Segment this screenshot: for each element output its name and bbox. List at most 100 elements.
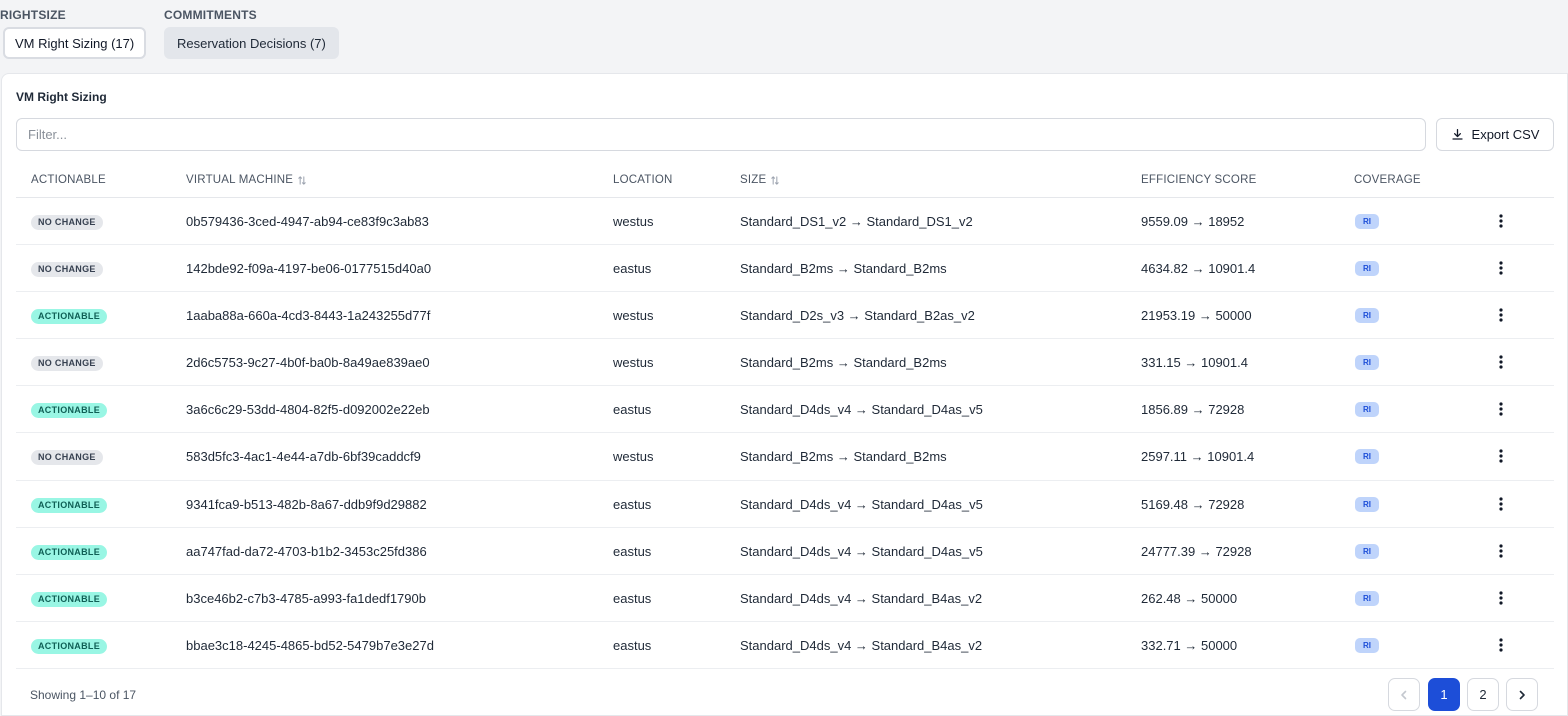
- coverage-badge: RI: [1355, 449, 1379, 465]
- column-label: EFFICIENCY SCORE: [1141, 174, 1257, 186]
- coverage-badge: RI: [1355, 543, 1379, 559]
- export-csv-label: Export CSV: [1471, 127, 1540, 142]
- more-actions-icon[interactable]: [1496, 448, 1506, 464]
- vm-id: aa747fad-da72-4703-b1b2-3453c25fd386: [186, 543, 427, 559]
- vm-id: 583d5fc3-4ac1-4e44-a7db-6bf39caddcf9: [186, 449, 421, 465]
- status-badge: ACTIONABLE: [31, 497, 107, 513]
- tab-reservation-decisions[interactable]: Reservation Decisions (7): [164, 27, 339, 59]
- vm-id: 2d6c5753-9c27-4b0f-ba0b-8a49ae839ae0: [186, 355, 430, 371]
- rightsize-group: RIGHTSIZE: [0, 8, 66, 22]
- column-header-location: LOCATION: [613, 166, 673, 198]
- more-actions-icon[interactable]: [1496, 260, 1506, 276]
- column-header-coverage: COVERAGE: [1354, 166, 1421, 198]
- table-row: ACTIONABLE aa747fad-da72-4703-b1b2-3453c2…: [16, 528, 1554, 575]
- filter-input[interactable]: [16, 118, 1426, 151]
- vm-right-sizing-card: VM Right Sizing Export CSV ACTIONABLE VI…: [1, 73, 1568, 716]
- more-actions-icon[interactable]: [1496, 590, 1506, 606]
- table-row: NO CHANGE 583d5fc3-4ac1-4e44-a7db-6bf39ca…: [16, 433, 1554, 481]
- column-header-size[interactable]: SIZE: [740, 166, 780, 198]
- size-change: Standard_D4ds_v4 → Standard_B4as_v2: [740, 590, 983, 606]
- size-change: Standard_D2s_v3 → Standard_B2as_v2: [740, 308, 975, 324]
- location: eastus: [613, 637, 652, 653]
- size-change: Standard_B2ms → Standard_B2ms: [740, 261, 947, 277]
- next-page-button[interactable]: [1506, 678, 1538, 711]
- table-row: ACTIONABLE bbae3c18-4245-4865-bd52-5479b7…: [16, 622, 1554, 669]
- status-badge: NO CHANGE: [31, 356, 103, 372]
- column-label: COVERAGE: [1354, 174, 1421, 186]
- vm-id: 3a6c6c29-53dd-4804-82f5-d092002e22eb: [186, 402, 430, 418]
- efficiency-score: 5169.48 → 72928: [1141, 496, 1245, 512]
- coverage-badge: RI: [1355, 214, 1379, 229]
- efficiency-score: 24777.39 → 72928: [1141, 543, 1252, 559]
- location: eastus: [613, 261, 652, 277]
- location: westus: [613, 214, 654, 229]
- vm-id: bbae3c18-4245-4865-bd52-5479b7e3e27d: [186, 637, 434, 653]
- efficiency-score: 2597.11 → 10901.4: [1141, 449, 1255, 465]
- size-change: Standard_DS1_v2 → Standard_DS1_v2: [740, 214, 973, 229]
- column-label: LOCATION: [613, 174, 673, 186]
- location: eastus: [613, 543, 652, 559]
- group-label-commitments: COMMITMENTS: [164, 8, 257, 22]
- tab-vm-right-sizing[interactable]: VM Right Sizing (17): [3, 27, 147, 59]
- table-body: NO CHANGE 0b579436-3ced-4947-ab94-ce83f9c…: [16, 198, 1554, 669]
- column-label: VIRTUAL MACHINE: [186, 174, 294, 186]
- status-badge: ACTIONABLE: [31, 403, 107, 419]
- efficiency-score: 9559.09 → 18952: [1141, 214, 1245, 229]
- chevron-right-icon: [1519, 690, 1525, 699]
- vm-id: 1aaba88a-660a-4cd3-8443-1a243255d77f: [186, 308, 431, 324]
- coverage-badge: RI: [1355, 261, 1379, 277]
- coverage-badge: RI: [1355, 402, 1379, 418]
- column-header-efficiency-score: EFFICIENCY SCORE: [1141, 166, 1256, 198]
- status-badge: ACTIONABLE: [31, 591, 107, 607]
- sort-icon: [298, 175, 306, 185]
- status-badge: NO CHANGE: [31, 215, 103, 230]
- page-2-button[interactable]: 2: [1467, 678, 1499, 711]
- export-csv-button[interactable]: Export CSV: [1436, 118, 1554, 151]
- more-actions-icon[interactable]: [1496, 543, 1506, 559]
- size-change: Standard_D4ds_v4 → Standard_B4as_v2: [740, 637, 983, 653]
- status-badge: ACTIONABLE: [31, 544, 107, 560]
- vm-id: 0b579436-3ced-4947-ab94-ce83f9c3ab83: [186, 214, 429, 229]
- page-1-button[interactable]: 1: [1428, 678, 1460, 711]
- efficiency-score: 331.15 → 10901.4: [1141, 355, 1248, 371]
- vm-id: b3ce46b2-c7b3-4785-a993-fa1dedf1790b: [186, 590, 426, 606]
- table-row: NO CHANGE 0b579436-3ced-4947-ab94-ce83f9c…: [16, 198, 1554, 246]
- column-label: ACTIONABLE: [31, 174, 106, 186]
- more-actions-icon[interactable]: [1496, 401, 1506, 417]
- download-icon: [1451, 128, 1463, 140]
- table-header: ACTIONABLE VIRTUAL MACHINE LOCATION SIZE…: [16, 166, 1554, 198]
- location: westus: [613, 355, 654, 371]
- efficiency-score: 1856.89 → 72928: [1141, 402, 1245, 418]
- efficiency-score: 262.48 → 50000: [1141, 590, 1238, 606]
- location: westus: [613, 449, 654, 465]
- more-actions-icon[interactable]: [1496, 496, 1506, 512]
- column-header-virtual-machine[interactable]: VIRTUAL MACHINE: [186, 166, 307, 198]
- location: eastus: [613, 590, 652, 606]
- previous-page-button[interactable]: [1388, 678, 1420, 711]
- group-label-rightsize: RIGHTSIZE: [0, 8, 66, 22]
- more-actions-icon[interactable]: [1496, 213, 1506, 229]
- vm-id: 142bde92-f09a-4197-be06-0177515d40a0: [186, 261, 432, 277]
- more-actions-icon[interactable]: [1496, 637, 1506, 653]
- location: eastus: [613, 402, 652, 418]
- table-row: ACTIONABLE b3ce46b2-c7b3-4785-a993-fa1ded…: [16, 575, 1554, 622]
- status-badge: NO CHANGE: [31, 450, 103, 466]
- status-badge: NO CHANGE: [31, 262, 103, 278]
- efficiency-score: 332.71 → 50000: [1141, 637, 1238, 653]
- table-row: ACTIONABLE 3a6c6c29-53dd-4804-82f5-d09200…: [16, 386, 1554, 434]
- vm-id: 9341fca9-b513-482b-8a67-ddb9f9d29882: [186, 496, 427, 512]
- table-row: NO CHANGE 2d6c5753-9c27-4b0f-ba0b-8a49ae8…: [16, 339, 1554, 387]
- size-change: Standard_D4ds_v4 → Standard_D4as_v5: [740, 402, 983, 418]
- sort-icon: [771, 175, 780, 185]
- more-actions-icon[interactable]: [1496, 354, 1506, 370]
- card-title: VM Right Sizing: [16, 90, 107, 104]
- table-row: ACTIONABLE 9341fca9-b513-482b-8a67-ddb9f9…: [16, 481, 1554, 528]
- efficiency-score: 4634.82 → 10901.4: [1141, 261, 1256, 277]
- location: eastus: [613, 496, 652, 512]
- coverage-badge: RI: [1355, 496, 1379, 512]
- coverage-badge: RI: [1355, 637, 1379, 653]
- more-actions-icon[interactable]: [1496, 307, 1506, 323]
- view-selector: RIGHTSIZE VM Right Sizing (17) COMMITMEN…: [0, 0, 1568, 72]
- table-row: NO CHANGE 142bde92-f09a-4197-be06-0177515…: [16, 245, 1554, 293]
- coverage-badge: RI: [1355, 308, 1379, 324]
